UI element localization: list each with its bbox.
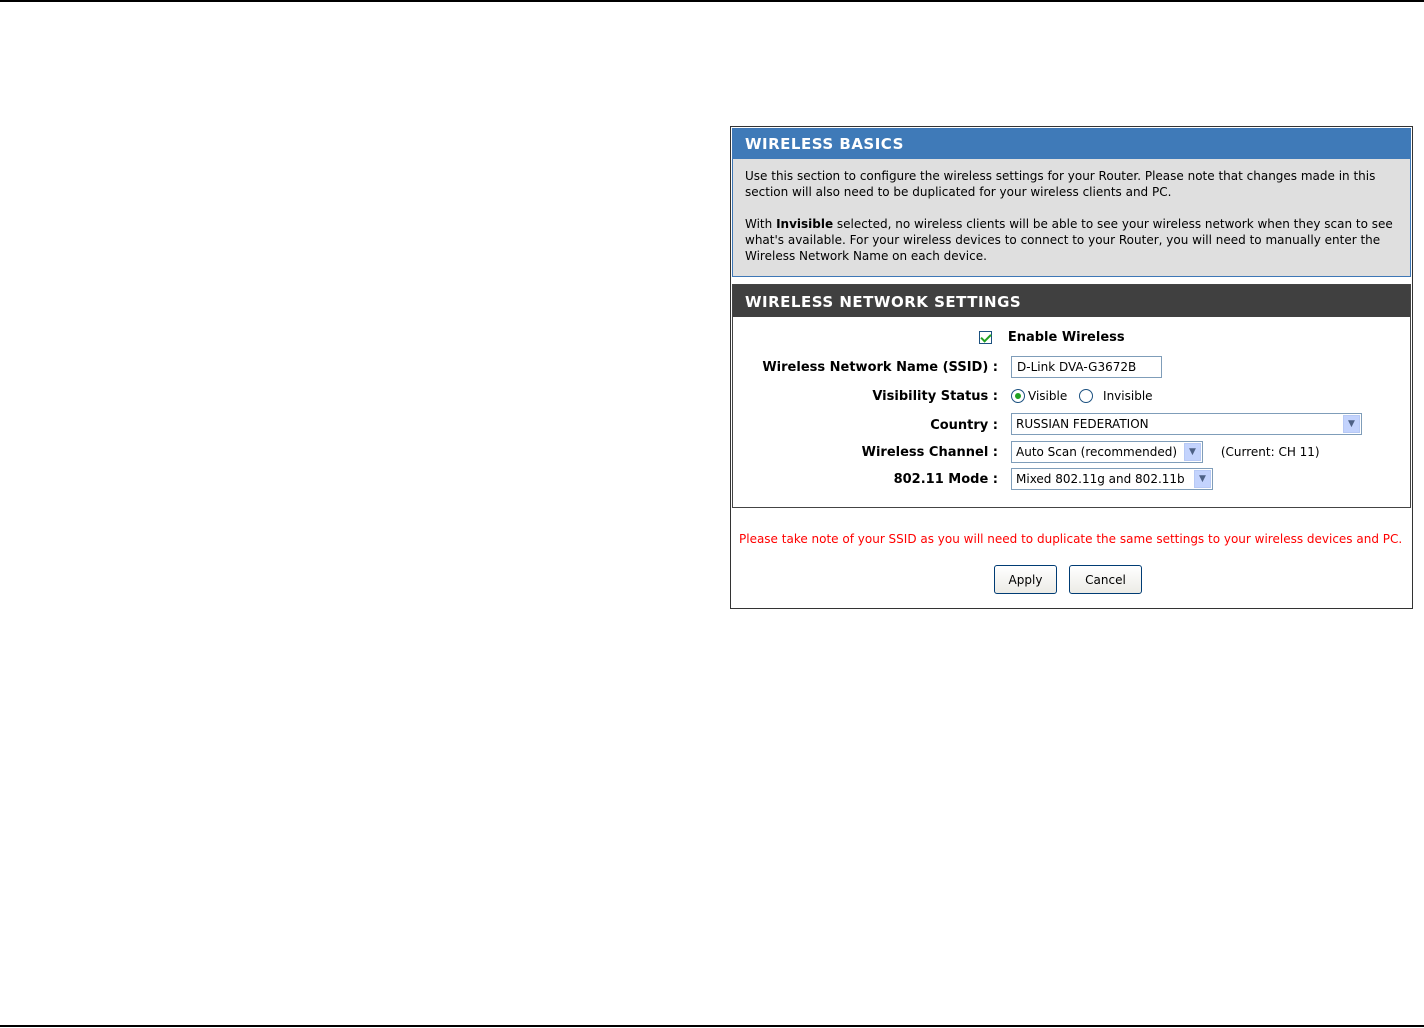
wireless-basics-section: WIRELESS BASICS Use this section to conf… <box>732 128 1411 277</box>
chevron-down-icon: ▼ <box>1343 415 1360 433</box>
basics-paragraph-2: With Invisible selected, no wireless cli… <box>745 216 1400 264</box>
chevron-down-icon: ▼ <box>1184 443 1201 461</box>
ssid-row: D-Link DVA-G3672B <box>1011 356 1162 378</box>
wireless-basics-title: WIRELESS BASICS <box>733 129 1410 159</box>
enable-wireless-label: Enable Wireless <box>1007 330 1125 345</box>
visible-radio[interactable] <box>1011 388 1025 403</box>
wireless-channel-label: Wireless Channel : <box>861 445 998 460</box>
current-channel-text: (Current: CH 11) <box>1220 445 1320 459</box>
wireless-channel-row: Auto Scan (recommended) ▼ (Current: CH 11… <box>1011 441 1320 463</box>
country-select[interactable]: RUSSIAN FEDERATION ▼ <box>1011 413 1362 435</box>
wireless-basics-description: Use this section to configure the wirele… <box>733 159 1410 264</box>
apply-button[interactable]: Apply <box>994 565 1057 594</box>
mode-row: Mixed 802.11g and 802.11b ▼ <box>1011 468 1213 490</box>
wireless-network-settings-title: WIRELESS NETWORK SETTINGS <box>733 285 1410 317</box>
para2-suffix: selected, no wireless clients will be ab… <box>745 217 1393 263</box>
ssid-input[interactable]: D-Link DVA-G3672B <box>1011 356 1162 378</box>
country-label: Country : <box>930 418 998 433</box>
wireless-settings-panel: WIRELESS BASICS Use this section to conf… <box>730 126 1413 609</box>
cancel-button[interactable]: Cancel <box>1069 565 1142 594</box>
para2-bold: Invisible <box>776 217 834 231</box>
top-rule <box>0 0 1424 2</box>
ssid-label: Wireless Network Name (SSID) : <box>762 360 998 375</box>
bottom-rule <box>0 1025 1424 1027</box>
invisible-radio-label: Invisible <box>1103 388 1153 403</box>
visibility-status-label: Visibility Status : <box>872 389 998 404</box>
wireless-channel-select[interactable]: Auto Scan (recommended) ▼ <box>1011 441 1203 463</box>
enable-wireless-checkbox[interactable] <box>979 331 992 344</box>
mode-select-value: Mixed 802.11g and 802.11b <box>1016 472 1185 486</box>
enable-wireless-row: Enable Wireless <box>979 330 1125 345</box>
wireless-channel-select-value: Auto Scan (recommended) <box>1016 445 1178 459</box>
visible-radio-label: Visible <box>1028 388 1068 403</box>
wireless-network-settings-section: WIRELESS NETWORK SETTINGS Enable Wireles… <box>732 284 1411 508</box>
chevron-down-icon: ▼ <box>1194 470 1211 488</box>
basics-paragraph-1: Use this section to configure the wirele… <box>745 169 1376 199</box>
ssid-note: Please take note of your SSID as you wil… <box>739 532 1403 546</box>
mode-select[interactable]: Mixed 802.11g and 802.11b ▼ <box>1011 468 1213 490</box>
country-select-value: RUSSIAN FEDERATION <box>1016 417 1149 431</box>
invisible-radio[interactable] <box>1079 388 1094 403</box>
country-row: RUSSIAN FEDERATION ▼ <box>1011 413 1362 435</box>
visibility-status-row: Visible Invisible <box>1011 388 1159 403</box>
para2-prefix: With <box>745 217 777 231</box>
mode-label: 802.11 Mode : <box>893 472 998 487</box>
